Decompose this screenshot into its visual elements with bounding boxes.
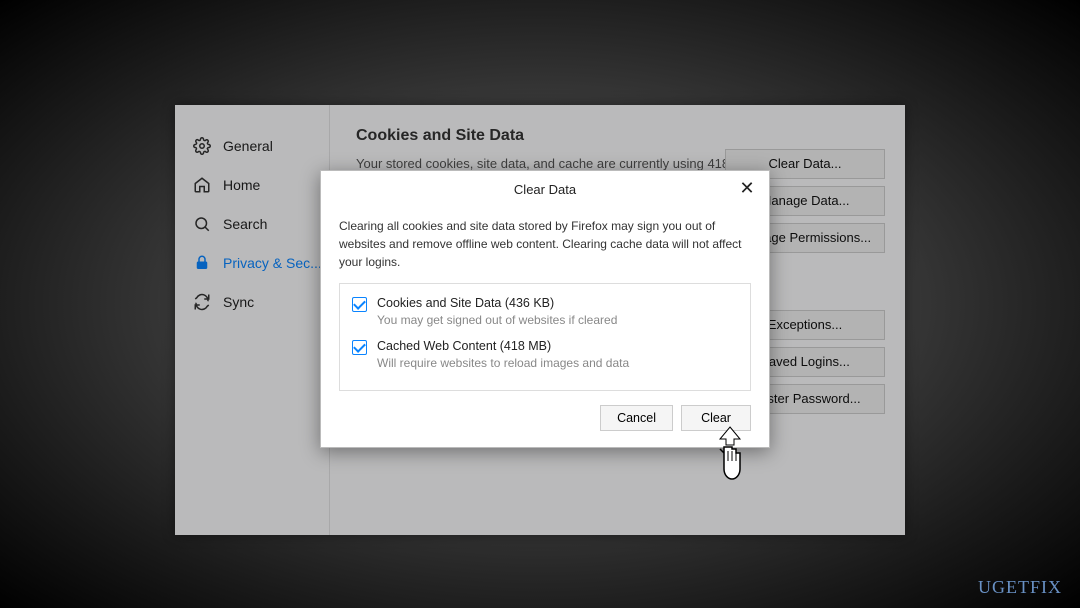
clear-data-dialog: Clear Data ✕ Clearing all cookies and si… xyxy=(320,170,770,448)
option-cookies-label: Cookies and Site Data (436 KB) xyxy=(377,296,617,310)
options-group: Cookies and Site Data (436 KB) You may g… xyxy=(339,283,751,391)
option-cookies-sublabel: You may get signed out of websites if cl… xyxy=(377,313,617,327)
clear-button[interactable]: Clear xyxy=(681,405,751,431)
dialog-header: Clear Data ✕ xyxy=(321,171,769,209)
option-cache-row: Cached Web Content (418 MB) Will require… xyxy=(352,339,738,370)
option-cookies-row: Cookies and Site Data (436 KB) You may g… xyxy=(352,296,738,327)
dialog-body: Clearing all cookies and site data store… xyxy=(321,209,769,447)
close-button[interactable]: ✕ xyxy=(735,177,759,201)
checkbox-cache[interactable] xyxy=(352,340,367,355)
dialog-button-row: Cancel Clear xyxy=(339,405,751,431)
option-cache-label: Cached Web Content (418 MB) xyxy=(377,339,629,353)
watermark: UGETFIX xyxy=(978,577,1062,598)
dialog-title: Clear Data xyxy=(514,182,576,197)
checkbox-cookies[interactable] xyxy=(352,297,367,312)
cancel-button[interactable]: Cancel xyxy=(600,405,673,431)
dialog-text: Clearing all cookies and site data store… xyxy=(339,217,751,271)
option-cache-sublabel: Will require websites to reload images a… xyxy=(377,356,629,370)
